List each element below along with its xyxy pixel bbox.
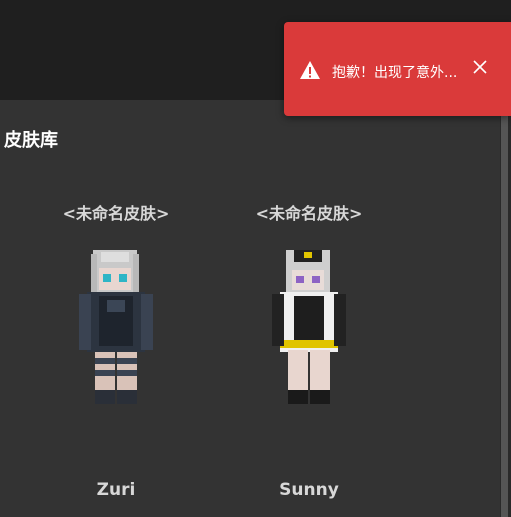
scrollbar-thumb[interactable] [501, 100, 508, 517]
skin-owner: Sunny [279, 480, 339, 500]
scrollbar[interactable] [500, 100, 511, 517]
warning-icon [300, 61, 320, 79]
skin-preview [272, 250, 346, 404]
close-icon[interactable] [472, 59, 488, 75]
page-title: 皮肤库 [4, 130, 58, 151]
skin-name: <未命名皮肤> [62, 204, 170, 223]
toast-message: 抱歉！出现了意外... [332, 65, 458, 81]
skin-name: <未命名皮肤> [255, 204, 363, 223]
skin-owner: Zuri [96, 480, 136, 500]
skin-preview [79, 250, 153, 404]
error-toast: 抱歉！出现了意外... [284, 22, 511, 116]
